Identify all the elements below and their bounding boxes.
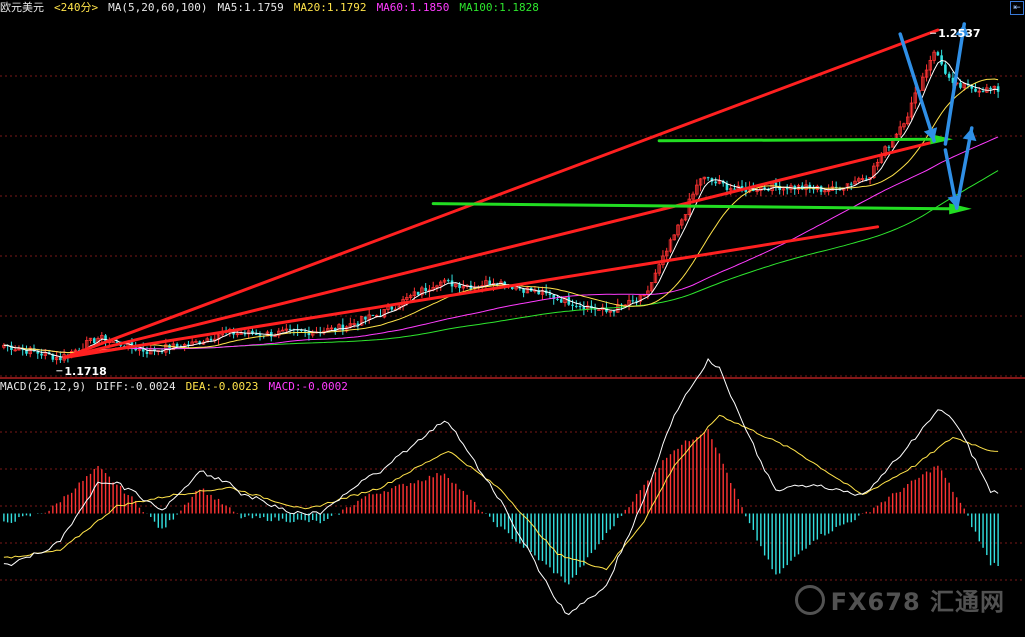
candle-body — [575, 305, 578, 307]
ma100-value: MA100:1.1828 — [459, 1, 539, 14]
candle-body — [849, 183, 853, 185]
candle-body — [571, 304, 574, 306]
candle-body — [40, 353, 43, 356]
candle-body — [612, 311, 616, 313]
projection-arrow-line — [954, 126, 974, 210]
candle-body — [390, 306, 394, 310]
timeframe-label[interactable]: <240分> — [54, 0, 98, 16]
candle-body — [947, 73, 951, 78]
lower-channel-line — [62, 141, 932, 360]
candle-body — [819, 186, 823, 192]
fx678-logo-icon — [794, 584, 825, 615]
symbol-label: 欧元美元 — [0, 1, 44, 14]
upper-channel-line — [62, 28, 940, 360]
candle-body — [424, 287, 427, 292]
candle-body — [364, 316, 367, 320]
diff-line — [3, 358, 999, 616]
support-trend-line — [62, 225, 880, 360]
candle-body — [887, 146, 891, 148]
candle-body — [341, 324, 345, 331]
candle-body — [959, 82, 962, 88]
candle-body — [865, 178, 868, 180]
candle-body — [258, 334, 262, 336]
ma20-value: MA20:1.1792 — [293, 1, 367, 14]
candle-body — [416, 291, 420, 295]
candle-body — [936, 52, 940, 56]
ma20-line — [3, 78, 999, 354]
macd-value: MACD:-0.0002 — [268, 380, 348, 393]
candle-body — [446, 280, 450, 282]
candle-body — [175, 343, 179, 347]
candle-body — [944, 64, 947, 74]
candle-body — [940, 55, 943, 65]
watermark: FX678 汇通网 — [794, 582, 1005, 617]
candle-body — [115, 341, 119, 343]
price-panel-header: 欧元美元 <240分> MA(5,20,60,100) MA5:1.1759 MA… — [0, 0, 539, 16]
candle-body — [974, 88, 977, 92]
ma60-value: MA60:1.1850 — [376, 1, 450, 14]
candle-body — [254, 333, 258, 335]
macd-panel-header: MACD(26,12,9) DIFF:-0.0024 DEA:-0.0023 M… — [0, 379, 348, 395]
candle-body — [763, 187, 766, 189]
candle-body — [145, 351, 149, 354]
watermark-text: FX678 汇通网 — [830, 588, 1005, 616]
support-level-line — [431, 202, 951, 211]
candle-body — [288, 329, 292, 331]
panel-toggle-icon[interactable]: ⇤ — [1010, 1, 1024, 15]
candle-body — [733, 188, 736, 190]
dea-value: DEA:-0.0023 — [185, 380, 259, 393]
macd-params-label: MACD(26,12,9) — [0, 380, 87, 393]
low-price-label: 1.1718 — [64, 365, 106, 378]
candle-body — [371, 314, 375, 316]
candle-body — [209, 338, 213, 341]
candle-body — [559, 299, 563, 303]
candle-body — [488, 280, 492, 285]
projection-arrow-head-icon — [962, 128, 977, 142]
candle-body — [578, 305, 582, 307]
candle-body — [981, 91, 985, 93]
ma5-value: MA5:1.1759 — [217, 1, 284, 14]
candle-body — [92, 338, 96, 344]
ma-params-label: MA(5,20,60,100) — [108, 1, 208, 14]
candle-body — [556, 298, 559, 300]
forex-chart[interactable]: 1.1718 1.2537 — [0, 0, 1025, 637]
macd-histogram — [3, 429, 999, 585]
candle-body — [714, 181, 717, 184]
candle-body — [774, 182, 778, 186]
candle-body — [706, 177, 710, 179]
resistance-level-line — [657, 137, 932, 143]
candle-body — [59, 357, 62, 361]
candle-body — [989, 87, 992, 90]
support-arrow-icon — [949, 203, 972, 215]
candle-body — [111, 341, 115, 344]
high-price-label: 1.2537 — [938, 27, 980, 40]
candle-body — [631, 300, 635, 302]
diff-value: DIFF:-0.0024 — [96, 380, 176, 393]
